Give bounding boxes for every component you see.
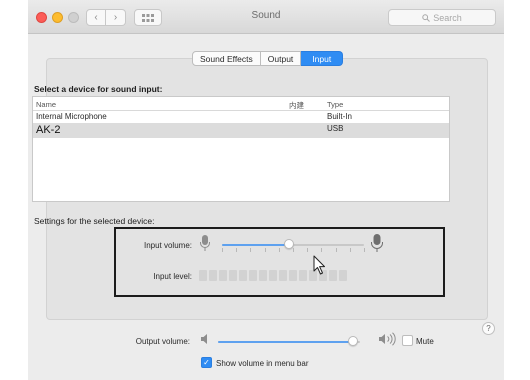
input-level-segment [229, 270, 237, 281]
device-name: Internal Microphone [36, 112, 107, 121]
output-volume-knob[interactable] [347, 336, 358, 346]
output-volume-label: Output volume: [135, 337, 190, 346]
slider-tick-mark [364, 248, 365, 252]
show-volume-checkbox[interactable]: ✓ [201, 357, 212, 368]
slider-tick-mark [293, 248, 294, 252]
title-bar: ‹ › Sound Search [28, 0, 504, 34]
input-level-segment [219, 270, 227, 281]
output-volume-fill [218, 341, 353, 343]
show-volume-label: Show volume in menu bar [216, 359, 309, 368]
column-header-name[interactable]: Name [36, 100, 56, 109]
slider-tick-mark [307, 248, 309, 252]
input-level-segment [199, 270, 207, 281]
highlight-box [114, 227, 445, 297]
input-level-segment [339, 270, 347, 281]
slider-tick-mark [236, 248, 238, 252]
search-icon [422, 13, 431, 22]
input-level-segment [249, 270, 257, 281]
input-level-segment [299, 270, 307, 281]
input-level-segment [329, 270, 337, 281]
tab-output[interactable]: Output [260, 51, 302, 66]
input-level-segment [259, 270, 267, 281]
help-button[interactable]: ? [482, 322, 495, 335]
mouse-cursor-icon [313, 255, 325, 275]
device-type: Built-In [327, 112, 352, 121]
tab-bar: Sound Effects Output Input [192, 51, 344, 66]
slider-tick-mark [278, 248, 280, 252]
slider-tick-mark [349, 248, 351, 252]
device-section-title: Select a device for sound input: [34, 84, 163, 94]
input-volume-label: Input volume: [143, 241, 192, 250]
speaker-high-icon [379, 332, 396, 346]
slider-tick-mark [222, 248, 223, 252]
microphone-low-icon [200, 235, 210, 251]
input-level-segment [269, 270, 277, 281]
input-level-segment [209, 270, 217, 281]
search-placeholder: Search [433, 12, 462, 23]
input-device-table: Name 内建 Type Internal Microphone Built-I… [32, 96, 450, 202]
checkmark-icon: ✓ [203, 358, 210, 367]
slider-tick-mark [335, 248, 337, 252]
search-field[interactable]: Search [388, 9, 496, 26]
tab-input[interactable]: Input [301, 51, 344, 66]
input-level-segment [279, 270, 287, 281]
column-header-type[interactable]: Type [327, 100, 343, 109]
table-header: Name 内建 Type [33, 97, 449, 111]
microphone-high-icon [371, 234, 383, 252]
column-header-chinese[interactable]: 内建 [289, 100, 304, 111]
device-type: USB [327, 124, 344, 133]
output-volume-slider[interactable] [218, 341, 360, 343]
device-name: AK-2 [36, 124, 61, 136]
settings-section-title: Settings for the selected device: [34, 216, 155, 226]
slider-tick-mark [250, 248, 252, 252]
speaker-low-icon [201, 334, 207, 344]
slider-tick-mark [264, 248, 266, 252]
mute-checkbox[interactable] [402, 335, 413, 346]
slider-tick-mark [321, 248, 323, 252]
table-row-selected[interactable]: AK-2 USB [33, 123, 449, 138]
tab-sound-effects[interactable]: Sound Effects [192, 51, 261, 66]
input-level-segment [239, 270, 247, 281]
table-row[interactable]: Internal Microphone Built-In [33, 111, 449, 123]
input-level-segment [289, 270, 297, 281]
input-volume-fill [222, 244, 289, 246]
input-level-label: Input level: [153, 272, 192, 281]
mute-label: Mute [416, 337, 434, 346]
